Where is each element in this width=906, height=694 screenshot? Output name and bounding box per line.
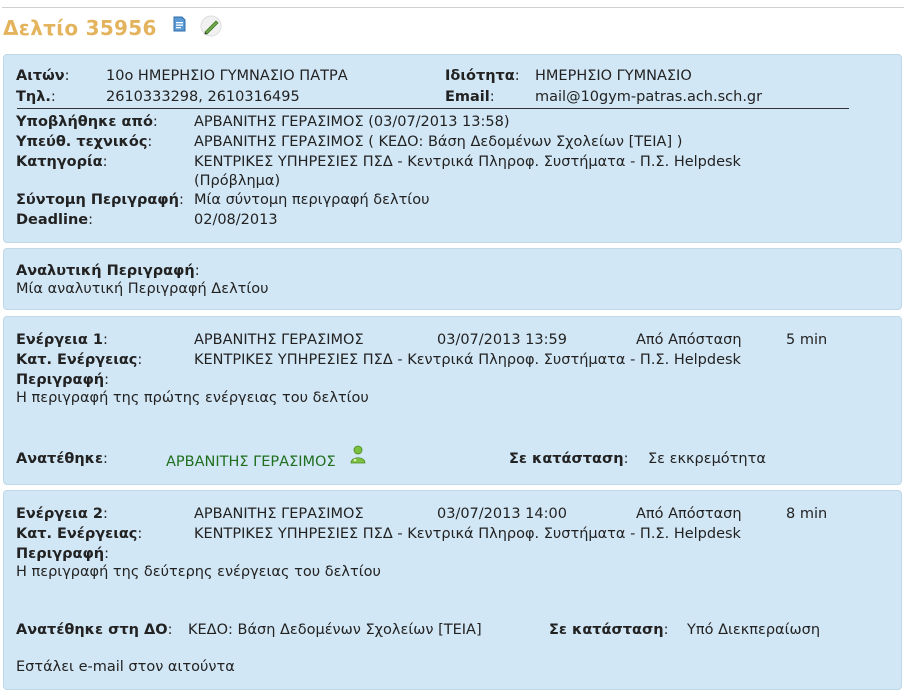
action-type-label: Κατ. Ενέργειας: [16, 352, 143, 368]
short-desc-label: Σύντομη Περιγραφή: [16, 192, 184, 208]
action-label: Ενέργεια 2: [16, 506, 108, 522]
action-panel-2: Ενέργεια 2: ΑΡΒΑΝΙΤΗΣ ΓΕΡΑΣΙΜΟΣ 03/07/20… [3, 490, 902, 690]
submitted-value: ΑΡΒΑΝΙΤΗΣ ΓΕΡΑΣΙΜΟΣ (03/07/2013 13:58) [194, 114, 510, 130]
document-icon[interactable] [173, 16, 186, 32]
info-divider [17, 108, 849, 109]
action-mode: Από Απόσταση [636, 332, 742, 348]
action-desc-value: Η περιγραφή της δεύτερης ενέργειας του δ… [16, 564, 381, 580]
submitted-label: Υποβλήθηκε από: [16, 114, 158, 130]
short-desc-value: Μία σύντομη περιγραφή δελτίου [194, 192, 430, 208]
ticket-header: Δελτίο 35956 [3, 14, 222, 42]
category-label: Κατηγορία: [16, 154, 108, 170]
page-title: Δελτίο 35956 [3, 16, 157, 40]
action-type-value: ΚΕΝΤΡΙΚΕΣ ΥΠΗΡΕΣΙΕΣ ΠΣΔ - Κεντρικά Πληρο… [194, 526, 741, 542]
action-desc-label: Περιγραφή: [16, 372, 110, 388]
action-datetime: 03/07/2013 13:59 [437, 332, 567, 348]
requester-value: 10ο ΗΜΕΡΗΣΙΟ ΓΥΜΝΑΣΙΟ ΠΑΤΡΑ [106, 68, 348, 84]
deadline-label: Deadline: [16, 212, 94, 228]
type-value: ΗΜΕΡΗΣΙΟ ΓΥΜΝΑΣΙΟ [535, 68, 692, 84]
technician-label: Υπεύθ. τεχνικός: [16, 134, 153, 150]
action-desc-value: Η περιγραφή της πρώτης ενέργειας του δελ… [16, 390, 369, 406]
status-label: Σε κατάσταση: [549, 622, 669, 638]
email-label: Email: [445, 89, 495, 105]
user-icon [349, 445, 367, 465]
phone-value: 2610333298, 2610316495 [106, 89, 300, 105]
action-datetime: 03/07/2013 14:00 [437, 506, 567, 522]
action-type-label: Κατ. Ενέργειας: [16, 526, 143, 542]
action-person: ΑΡΒΑΝΙΤΗΣ ΓΕΡΑΣΙΜΟΣ [194, 332, 364, 348]
top-divider [2, 7, 904, 8]
deadline-value: 02/08/2013 [194, 212, 278, 228]
assigned-group-label: Ανατέθηκε στη ΔΟ: [16, 622, 173, 638]
detailed-desc-label: Αναλυτική Περιγραφή: [16, 263, 200, 279]
email-sent-note: Εστάλει e-mail στον αιτούντα [16, 659, 235, 675]
detailed-description-panel: Αναλυτική Περιγραφή: Μία αναλυτική Περιγ… [3, 248, 902, 310]
action-panel-1: Ενέργεια 1: ΑΡΒΑΝΙΤΗΣ ΓΕΡΑΣΙΜΟΣ 03/07/20… [3, 316, 902, 485]
status-label: Σε κατάσταση: [509, 451, 629, 467]
category-kind: (Πρόβλημα) [194, 173, 281, 189]
assigned-label: Ανατέθηκε: [16, 451, 108, 467]
assigned-user: ΑΡΒΑΝΙΤΗΣ ΓΕΡΑΣΙΜΟΣ [166, 454, 336, 470]
email-value: mail@10gym-patras.ach.sch.gr [535, 89, 763, 105]
action-mode: Από Απόσταση [636, 506, 742, 522]
action-label: Ενέργεια 1: [16, 332, 108, 348]
requester-label: Αιτών: [16, 68, 70, 84]
status-value: Σε εκκρεμότητα [648, 451, 766, 467]
action-duration: 8 min [786, 506, 828, 522]
type-label: Ιδιότητα: [445, 68, 520, 84]
category-value: ΚΕΝΤΡΙΚΕΣ ΥΠΗΡΕΣΙΕΣ ΠΣΔ - Κεντρικά Πληρο… [194, 154, 741, 170]
pencil-edit-icon[interactable] [200, 15, 222, 37]
status-value: Υπό Διεκπεραίωση [687, 622, 821, 638]
detailed-desc-value: Μία αναλυτική Περιγραφή Δελτίου [16, 281, 269, 297]
action-type-value: ΚΕΝΤΡΙΚΕΣ ΥΠΗΡΕΣΙΕΣ ΠΣΔ - Κεντρικά Πληρο… [194, 352, 741, 368]
ticket-info-panel: Αιτών: 10ο ΗΜΕΡΗΣΙΟ ΓΥΜΝΑΣΙΟ ΠΑΤΡΑ Ιδιότ… [3, 54, 902, 243]
assigned-group-value: ΚΕΔΟ: Βάση Δεδομένων Σχολείων [ΤΕΙΑ] [188, 622, 482, 638]
phone-label: Τηλ.: [16, 89, 56, 105]
action-desc-label: Περιγραφή: [16, 546, 110, 562]
technician-value: ΑΡΒΑΝΙΤΗΣ ΓΕΡΑΣΙΜΟΣ ( ΚΕΔΟ: Βάση Δεδομέν… [194, 134, 683, 150]
action-person: ΑΡΒΑΝΙΤΗΣ ΓΕΡΑΣΙΜΟΣ [194, 506, 364, 522]
action-duration: 5 min [786, 332, 828, 348]
